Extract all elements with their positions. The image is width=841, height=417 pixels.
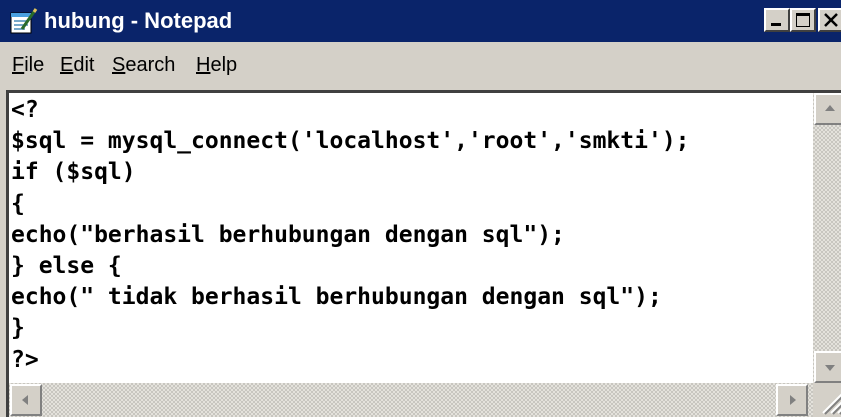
maximize-button[interactable] (790, 8, 816, 32)
text-editor[interactable]: <? $sql = mysql_connect('localhost','roo… (9, 93, 809, 383)
arrow-left-icon (22, 395, 28, 405)
edit-frame: <? $sql = mysql_connect('localhost','roo… (6, 90, 841, 417)
scroll-right-button[interactable] (776, 384, 808, 416)
arrow-down-icon (825, 365, 835, 371)
menu-bar: File Edit Search Help (0, 42, 841, 88)
notepad-window: hubung - Notepad File Edit Search Help <… (0, 0, 841, 417)
scroll-down-button[interactable] (814, 351, 841, 383)
close-icon (824, 13, 838, 27)
arrow-up-icon (825, 105, 835, 111)
scroll-left-button[interactable] (10, 384, 42, 416)
menu-search[interactable]: Search (112, 52, 175, 78)
vertical-scrollbar[interactable] (813, 93, 841, 383)
arrow-right-icon (790, 395, 796, 405)
minimize-button[interactable] (764, 8, 790, 32)
horizontal-scrollbar[interactable] (9, 383, 813, 417)
menu-file[interactable]: File (12, 52, 44, 78)
notepad-icon[interactable] (8, 7, 38, 35)
menu-edit[interactable]: Edit (60, 52, 94, 78)
close-button[interactable] (818, 8, 841, 32)
scroll-up-button[interactable] (814, 93, 841, 125)
menu-help[interactable]: Help (196, 52, 237, 78)
size-grip-icon (822, 393, 841, 415)
title-bar[interactable]: hubung - Notepad (0, 0, 841, 42)
size-grip[interactable] (813, 383, 841, 417)
window-title: hubung - Notepad (44, 8, 233, 33)
